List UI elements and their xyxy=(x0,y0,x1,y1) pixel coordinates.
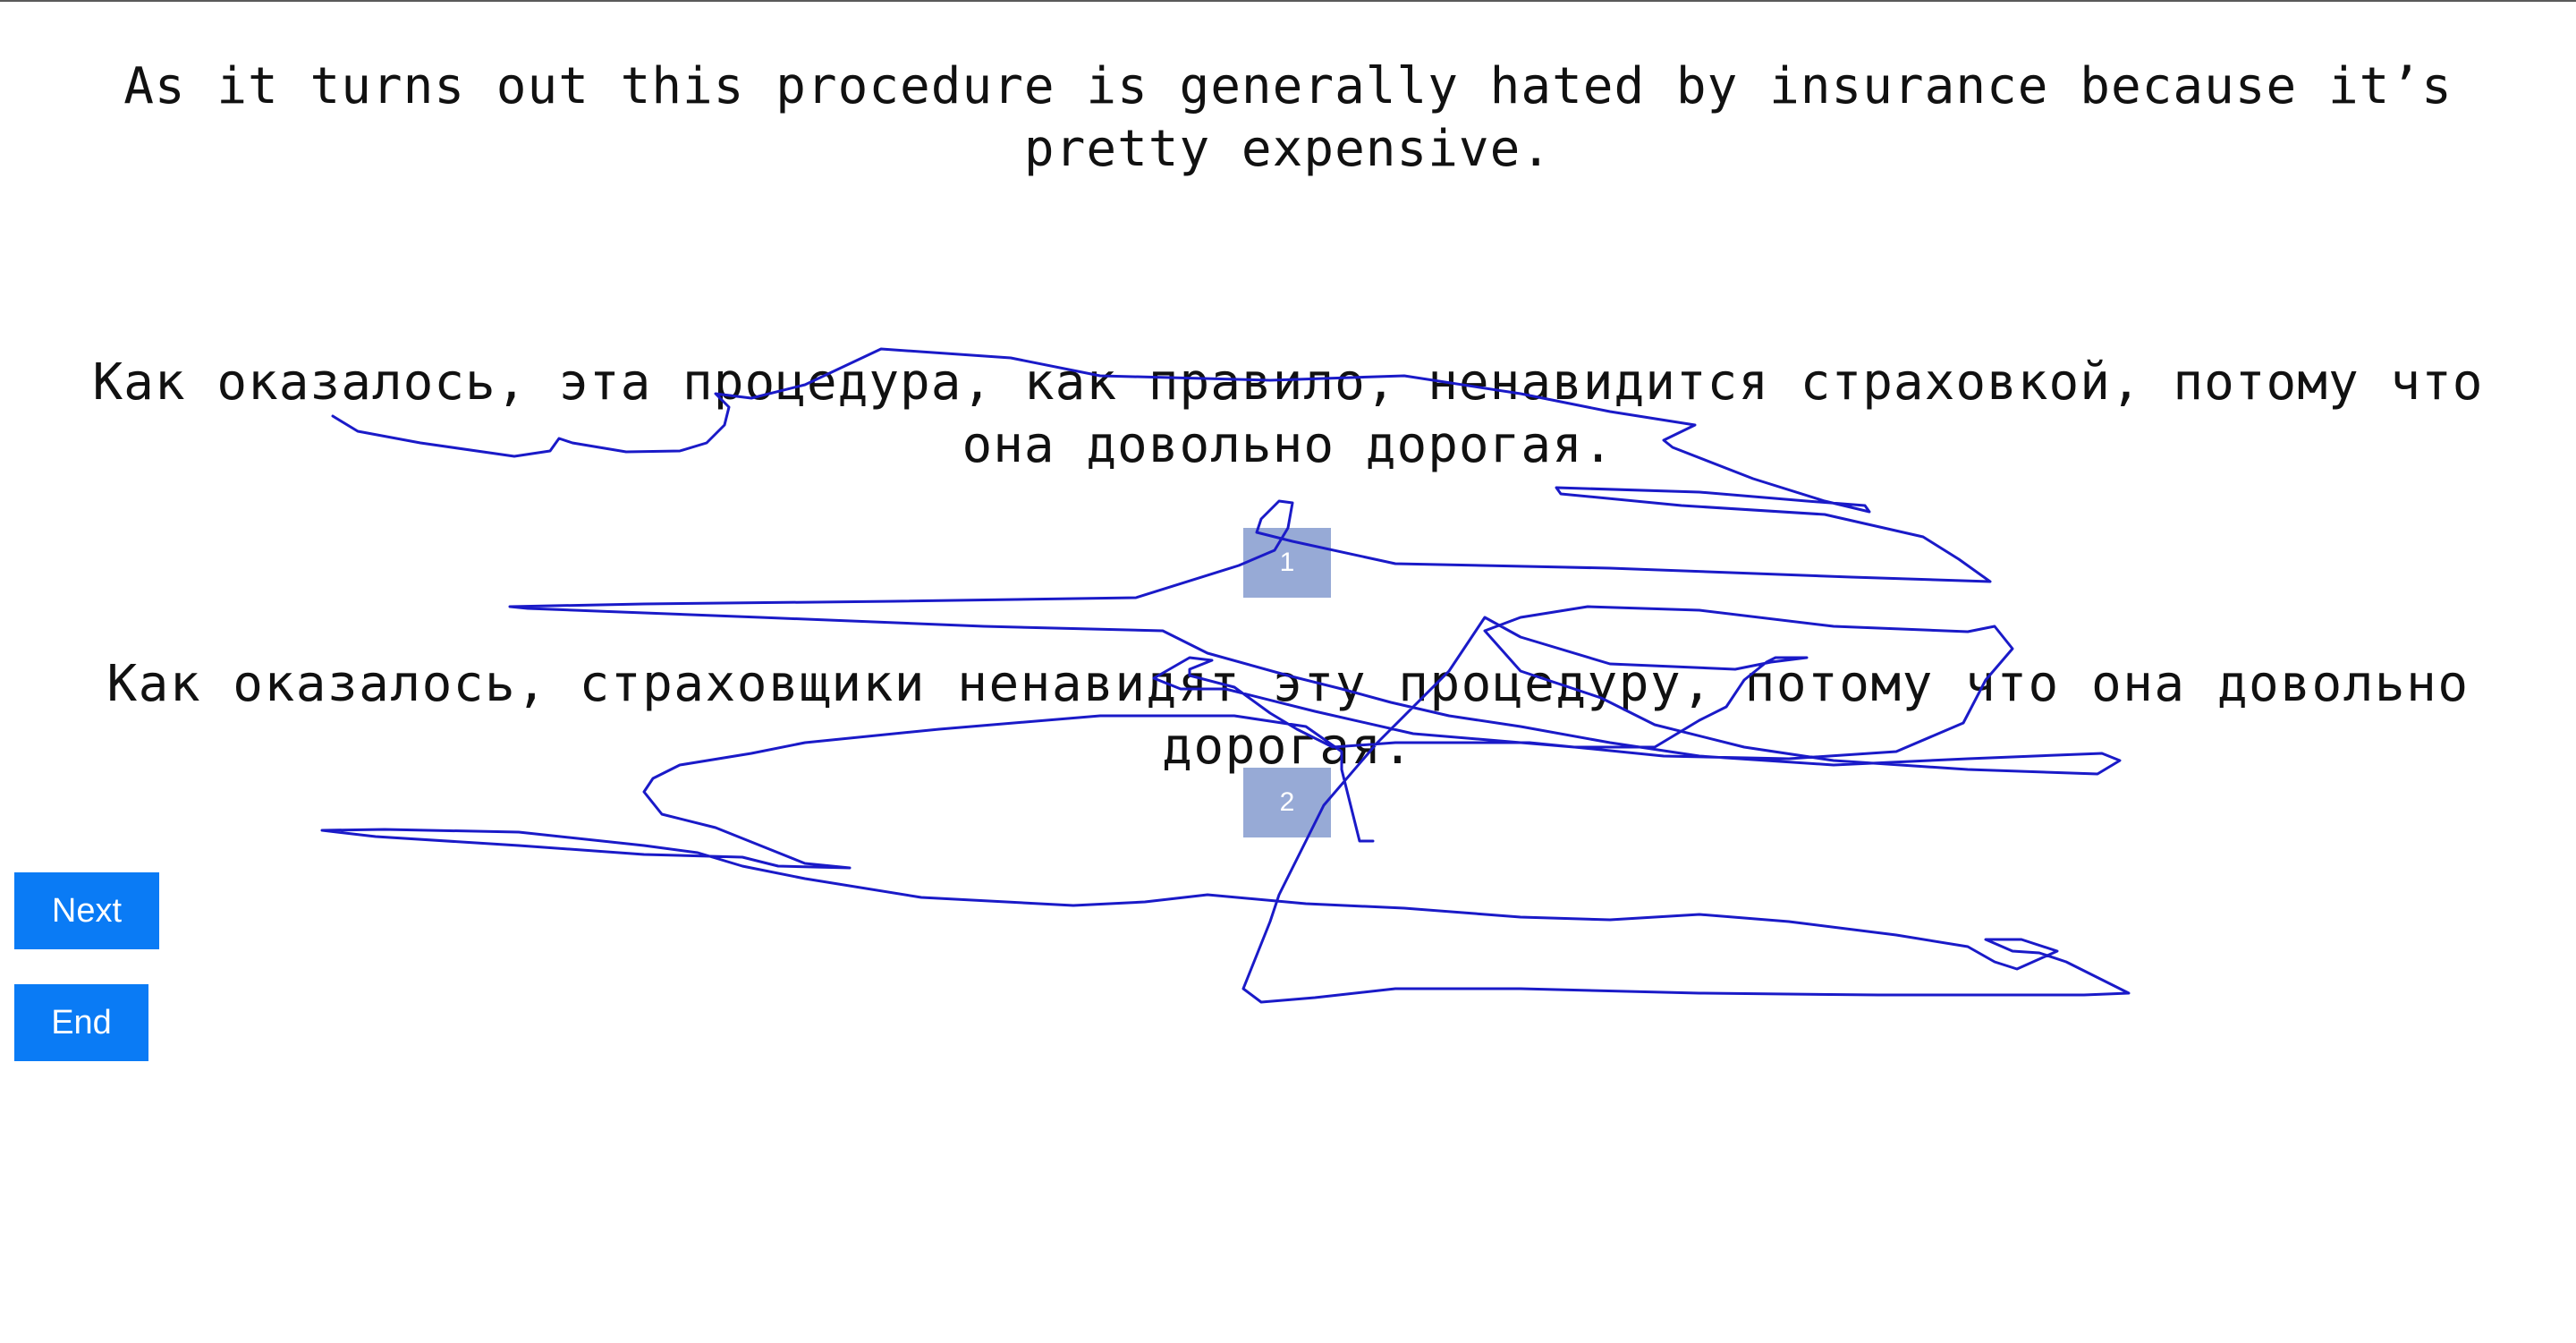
source-sentence: As it turns out this procedure is genera… xyxy=(123,57,2453,178)
translation-2-tag[interactable]: 2 xyxy=(1243,768,1331,837)
translation-option-2: Как оказалось, страховщики ненавидят эту… xyxy=(106,655,2470,776)
end-button[interactable]: End xyxy=(14,984,148,1061)
translation-option-1: Как оказалось, эта процедура, как правил… xyxy=(92,353,2484,474)
translation-1-tag[interactable]: 1 xyxy=(1243,528,1331,598)
top-border xyxy=(0,0,2576,2)
next-button[interactable]: Next xyxy=(14,872,159,949)
